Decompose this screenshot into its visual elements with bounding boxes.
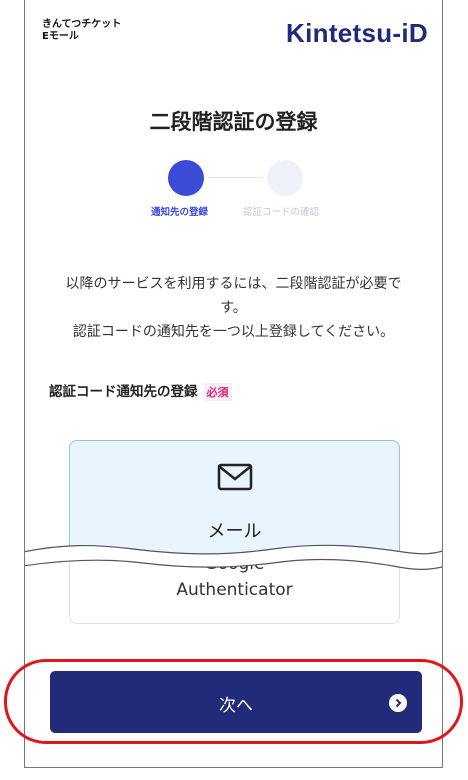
brand-line-2: Eモール <box>42 31 79 42</box>
mail-icon <box>217 463 253 491</box>
option-google-label-line-2: Authenticator <box>176 580 293 600</box>
step-1-label: 通知先の登録 <box>151 207 209 218</box>
description-line-3: 認証コードの通知先を一つ以上登録してください。 <box>72 324 395 340</box>
step-2-label: 認証コードの確認 <box>243 207 320 218</box>
chevron-right-circle-icon <box>389 694 407 712</box>
step-1-indicator <box>168 160 204 196</box>
logo-id-text: iD <box>401 18 428 48</box>
section-label: 認証コード通知先の登録 必須 <box>49 380 232 401</box>
description-line-2: す。 <box>220 300 247 316</box>
step-connector <box>208 177 263 178</box>
next-button-label: 次へ <box>219 696 253 716</box>
required-badge: 必須 <box>203 383 232 401</box>
kintetsu-id-logo: Kintetsu-iD <box>286 18 428 49</box>
logo-main-text: Kintetsu- <box>286 18 402 48</box>
description-line-1: 以降のサービスを利用するには、二段階認証が必要で <box>65 276 402 292</box>
step-2-indicator <box>267 160 303 196</box>
section-label-text: 認証コード通知先の登録 <box>49 384 198 400</box>
app-frame: きんてつチケット Eモール Kintetsu-iD 二段階認証の登録 通知先の登… <box>24 0 443 768</box>
brand-name: きんてつチケット Eモール <box>42 19 121 43</box>
brand-line-1: きんてつチケット <box>42 19 122 30</box>
page-title: 二段階認証の登録 <box>149 110 318 134</box>
torn-edge-divider <box>25 544 442 570</box>
next-button[interactable]: 次へ <box>50 671 422 733</box>
description: 以降のサービスを利用するには、二段階認証が必要で す。 認証コードの通知先を一つ… <box>43 272 424 344</box>
